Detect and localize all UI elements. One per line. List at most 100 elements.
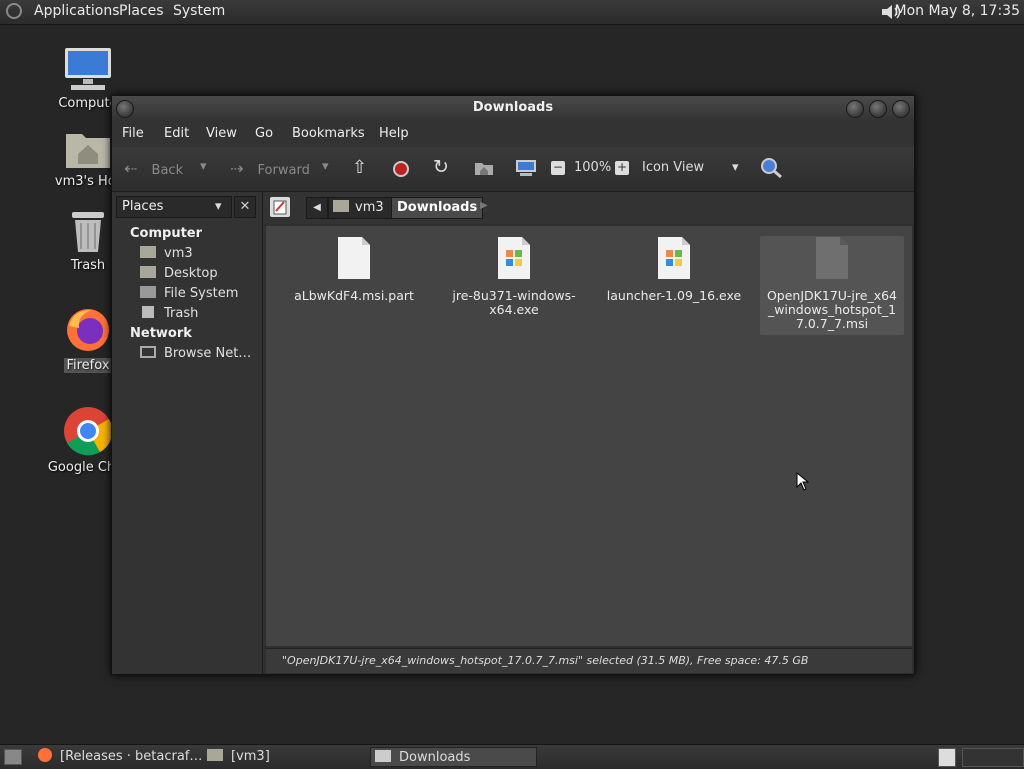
edit-icon — [273, 200, 287, 215]
view-mode-select[interactable]: Icon View ▾ — [642, 160, 739, 175]
places-menu[interactable]: Places — [119, 3, 164, 19]
mouse-cursor-icon — [796, 472, 810, 491]
chrome-icon — [64, 407, 113, 456]
sidebar-item-filesystem[interactable]: File System — [140, 286, 238, 301]
search-icon — [761, 158, 782, 179]
stop-button[interactable] — [393, 161, 409, 177]
home-icon — [475, 163, 493, 175]
task-vm3[interactable]: [vm3] — [207, 747, 270, 767]
computer-button[interactable] — [515, 159, 537, 181]
executable-icon — [658, 237, 690, 279]
window-titlebar[interactable]: Downloads — [112, 96, 914, 121]
path-scroll-right-button[interactable]: ▶ — [480, 200, 488, 211]
toolbar: ⇠ Back ▾ ⇢ Forward ▾ ⇧ ↻ − 100% + Icon V… — [112, 147, 914, 192]
search-button[interactable] — [760, 157, 784, 183]
file-item[interactable]: launcher-1.09_16.exe — [602, 236, 746, 303]
up-button[interactable]: ⇧ — [352, 157, 367, 178]
back-arrow-icon: ⇠ — [124, 159, 138, 178]
sidebar-item-vm3[interactable]: vm3 — [140, 246, 193, 261]
zoom-out-button[interactable]: − — [551, 161, 565, 175]
sidebar-item-label: Trash — [164, 306, 199, 321]
reload-icon: ↻ — [433, 156, 449, 178]
sidebar-item-desktop[interactable]: Desktop — [140, 266, 218, 281]
section-network: Network — [130, 326, 192, 341]
system-menu[interactable]: System — [173, 3, 225, 19]
home-button[interactable] — [474, 160, 494, 180]
chevron-down-icon: ▾ — [215, 199, 222, 214]
file-view[interactable]: aLbwKdF4.msi.part jre-8u371-windows-x64.… — [266, 226, 912, 646]
executable-icon — [498, 237, 530, 279]
applications-menu[interactable]: Applications — [34, 3, 120, 19]
file-item[interactable]: aLbwKdF4.msi.part — [282, 236, 426, 303]
maximize-button[interactable] — [869, 100, 887, 118]
sidebar-item-label: Browse Net… — [164, 346, 252, 361]
file-item[interactable]: jre-8u371-windows-x64.exe — [442, 236, 586, 317]
file-name: OpenJDK17U-jre_x64_windows_hotspot_17.0.… — [766, 288, 898, 331]
sidebar-item-browse-network[interactable]: Browse Net… — [140, 346, 251, 361]
reload-button[interactable]: ↻ — [433, 156, 449, 178]
back-history-dropdown[interactable]: ▾ — [200, 159, 207, 174]
task-label: [vm3] — [231, 749, 270, 764]
home-folder-icon — [66, 134, 110, 168]
forward-history-dropdown[interactable]: ▾ — [322, 159, 329, 174]
chevron-down-icon: ▾ — [200, 159, 207, 174]
menu-bookmarks[interactable]: Bookmarks — [292, 126, 365, 141]
up-arrow-icon: ⇧ — [352, 157, 368, 178]
forward-arrow-icon: ⇢ — [230, 159, 244, 178]
zoom-level[interactable]: 100% — [574, 160, 611, 175]
sidebar-item-label: Desktop — [164, 266, 218, 281]
menu-go[interactable]: Go — [255, 126, 273, 141]
file-name: launcher-1.09_16.exe — [606, 288, 742, 303]
minus-icon: − — [552, 160, 564, 174]
zoom-in-button[interactable]: + — [615, 161, 629, 175]
firefox-icon — [38, 748, 52, 762]
close-side-pane-button[interactable]: ✕ — [234, 196, 256, 218]
computer-icon — [516, 160, 536, 176]
gnome-foot-icon[interactable] — [6, 3, 22, 19]
path-button-vm3[interactable]: vm3 — [328, 197, 393, 219]
home-folder-icon — [333, 200, 349, 212]
clock[interactable]: Mon May 8, 17:35 — [894, 3, 1020, 19]
side-pane-selector-label: Places — [122, 199, 164, 214]
menu-edit[interactable]: Edit — [164, 126, 189, 141]
menu-file[interactable]: File — [122, 126, 144, 141]
sidebar-item-trash[interactable]: Trash — [140, 306, 198, 321]
drive-icon — [140, 286, 156, 298]
back-button[interactable]: ⇠ Back — [124, 159, 183, 178]
show-desktop-icon[interactable] — [4, 749, 22, 765]
task-downloads[interactable]: Downloads — [370, 747, 537, 767]
trash-icon — [142, 306, 154, 318]
window-title: Downloads — [472, 100, 554, 115]
network-icon — [140, 346, 156, 358]
path-scroll-left-button[interactable]: ◀ — [306, 197, 328, 219]
side-pane-selector[interactable]: Places ▾ — [116, 196, 232, 218]
file-manager-window: Downloads File Edit View Go Bookmarks He… — [111, 95, 915, 675]
task-label: Downloads — [399, 750, 471, 765]
folder-icon — [375, 750, 391, 762]
toggle-location-button[interactable] — [270, 197, 290, 217]
desktop-icon-label: Trash — [70, 258, 106, 273]
top-panel: Applications Places System Mon May 8, 17… — [0, 0, 1024, 25]
path-button-downloads[interactable]: Downloads — [391, 197, 484, 219]
sidebar-item-label: File System — [164, 286, 239, 301]
firefox-icon — [67, 309, 109, 351]
menu-help[interactable]: Help — [379, 126, 409, 141]
forward-button[interactable]: ⇢ Forward — [230, 159, 310, 178]
section-computer: Computer — [130, 226, 203, 241]
forward-label: Forward — [257, 163, 310, 178]
menubar: File Edit View Go Bookmarks Help — [112, 121, 914, 147]
minimize-button[interactable] — [846, 100, 864, 118]
menu-view[interactable]: View — [206, 126, 237, 141]
workspace-switcher-2[interactable] — [962, 748, 1024, 767]
file-item-selected[interactable]: OpenJDK17U-jre_x64_windows_hotspot_17.0.… — [760, 236, 904, 335]
chevron-right-icon: ▶ — [480, 200, 488, 211]
file-name: aLbwKdF4.msi.part — [294, 288, 414, 303]
home-folder-icon — [207, 749, 223, 761]
task-firefox[interactable]: [Releases · betacraf… — [38, 747, 202, 767]
workspace-switcher[interactable] — [938, 748, 956, 767]
close-button[interactable] — [892, 100, 910, 118]
back-label: Back — [151, 163, 184, 178]
path-label: vm3 — [355, 200, 384, 215]
bottom-panel: [Releases · betacraf… [vm3] Downloads — [0, 744, 1024, 769]
desktop-icon-label: Firefox — [64, 358, 112, 373]
